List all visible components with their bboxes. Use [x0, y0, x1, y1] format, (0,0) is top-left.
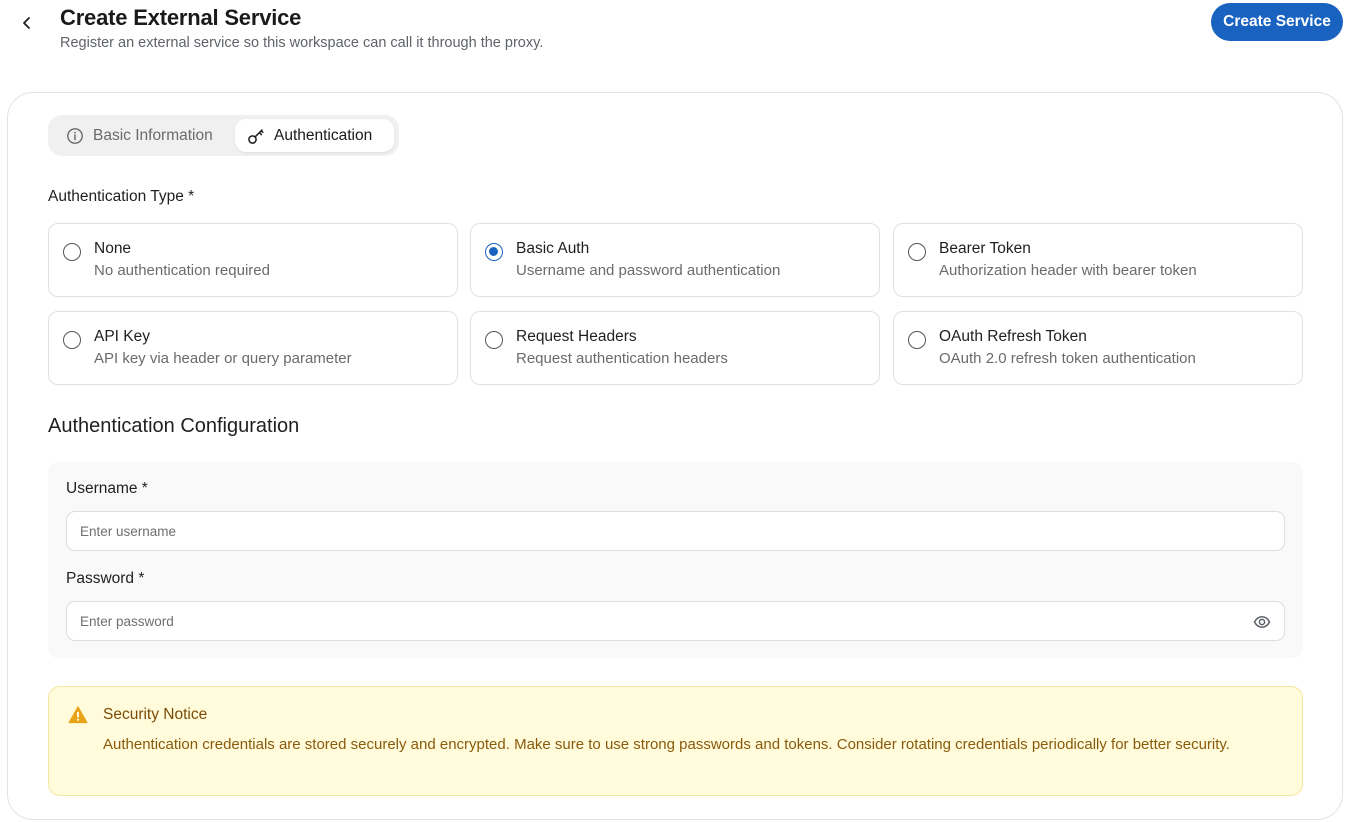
tab-bar: Basic Information Authentication	[48, 115, 399, 156]
option-description: Authorization header with bearer token	[939, 262, 1197, 279]
auth-option-basic-auth[interactable]: Basic Auth Username and password authent…	[470, 223, 880, 297]
tab-label: Authentication	[274, 126, 373, 144]
show-password-button[interactable]	[1251, 611, 1273, 633]
auth-option-api-key[interactable]: API Key API key via header or query para…	[48, 311, 458, 385]
info-icon	[66, 127, 84, 145]
tab-label: Basic Information	[93, 126, 213, 144]
page-subtitle: Register an external service so this wor…	[60, 35, 544, 51]
auth-option-bearer-token[interactable]: Bearer Token Authorization header with b…	[893, 223, 1303, 297]
option-description: API key via header or query parameter	[94, 350, 352, 367]
radio-button[interactable]	[485, 331, 503, 349]
radio-button-selected[interactable]	[485, 243, 503, 261]
radio-button[interactable]	[63, 331, 81, 349]
radio-button[interactable]	[908, 331, 926, 349]
username-input[interactable]	[66, 511, 1285, 551]
chevron-left-icon	[23, 17, 30, 29]
create-service-button[interactable]: Create Service	[1211, 3, 1343, 41]
eye-icon	[1253, 616, 1271, 628]
password-input[interactable]	[66, 601, 1285, 641]
page-title: Create External Service	[60, 5, 302, 30]
password-label: Password *	[66, 570, 145, 587]
back-button[interactable]	[14, 10, 40, 36]
auth-option-oauth-refresh-token[interactable]: OAuth Refresh Token OAuth 2.0 refresh to…	[893, 311, 1303, 385]
option-description: Username and password authentication	[516, 262, 781, 279]
auth-type-label: Authentication Type *	[48, 188, 195, 205]
auth-option-none[interactable]: None No authentication required	[48, 223, 458, 297]
key-icon	[247, 127, 265, 145]
warning-icon	[68, 706, 88, 724]
auth-option-request-headers[interactable]: Request Headers Request authentication h…	[470, 311, 880, 385]
username-label: Username *	[66, 480, 148, 497]
option-title: Basic Auth	[516, 240, 590, 257]
option-title: Bearer Token	[939, 240, 1031, 257]
radio-button[interactable]	[908, 243, 926, 261]
option-description: Request authentication headers	[516, 350, 728, 367]
radio-button[interactable]	[63, 243, 81, 261]
tab-authentication[interactable]: Authentication	[235, 119, 394, 152]
auth-config-title: Authentication Configuration	[48, 415, 300, 437]
option-title: OAuth Refresh Token	[939, 328, 1087, 345]
notice-text: Authentication credentials are stored se…	[103, 736, 1230, 753]
option-description: OAuth 2.0 refresh token authentication	[939, 350, 1196, 367]
option-description: No authentication required	[94, 262, 270, 279]
option-title: API Key	[94, 328, 150, 345]
tab-basic-information[interactable]: Basic Information	[56, 119, 236, 152]
notice-title: Security Notice	[103, 706, 208, 723]
option-title: Request Headers	[516, 328, 637, 345]
option-title: None	[94, 240, 132, 257]
